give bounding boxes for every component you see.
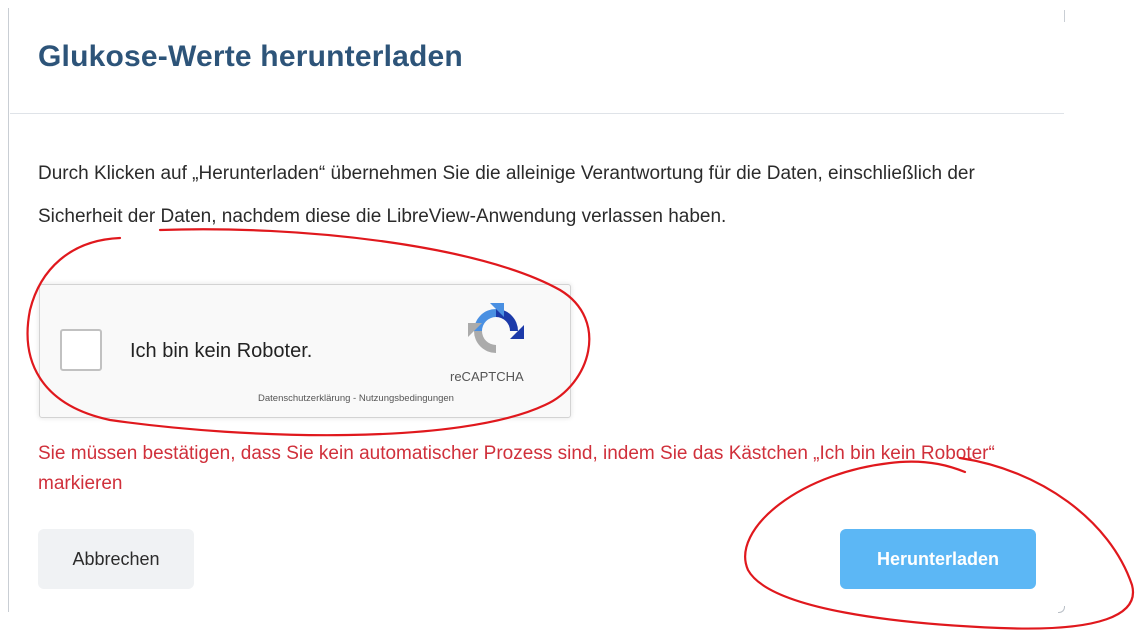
captcha-checkbox[interactable] <box>60 329 102 371</box>
recaptcha-brand: reCAPTCHA <box>450 369 524 384</box>
recaptcha-logo-icon <box>468 303 524 353</box>
captcha-checkbox-label: Ich bin kein Roboter. <box>130 340 313 362</box>
dialog-border <box>8 8 9 612</box>
terms-link[interactable]: Nutzungsbedingungen <box>359 393 454 404</box>
dialog-description: Durch Klicken auf „Herunterladen“ überne… <box>38 163 975 227</box>
cancel-button[interactable]: Abbrechen <box>38 529 194 589</box>
screenshot: Glukose-Werte herunterladen Durch Klicke… <box>0 0 1138 632</box>
legal-separator: - <box>350 393 359 404</box>
download-button[interactable]: Herunterladen <box>840 529 1036 589</box>
dialog-title: Glukose-Werte herunterladen <box>38 40 463 73</box>
captcha-error-message: Sie müssen bestätigen, dass Sie kein aut… <box>38 443 995 494</box>
recaptcha-widget: Ich bin kein Roboter. reCAPTCHA Datensch… <box>39 284 571 418</box>
dialog-border-right <box>1064 10 1065 22</box>
privacy-link[interactable]: Datenschutzerklärung <box>258 393 350 404</box>
captcha-legal-links: Datenschutzerklärung - Nutzungsbedingung… <box>258 393 454 404</box>
header-divider <box>10 113 1064 114</box>
